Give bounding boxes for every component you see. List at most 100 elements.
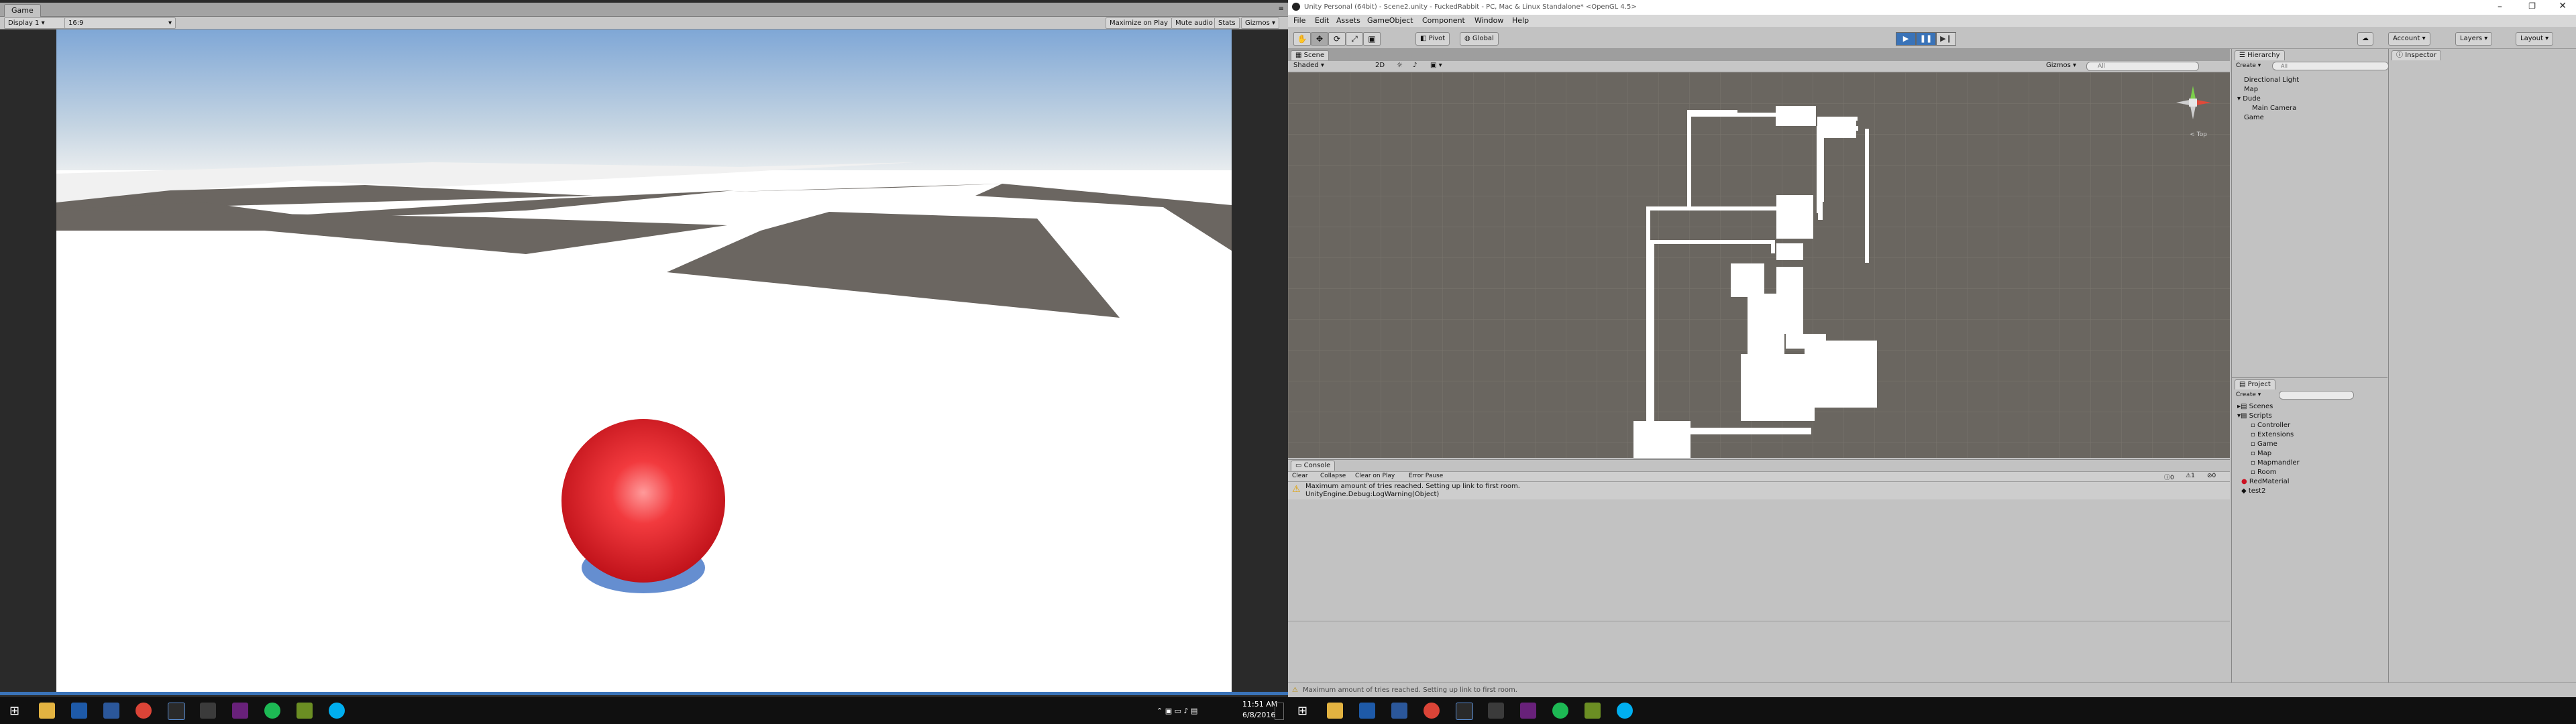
- global-toggle[interactable]: ◍ Global: [1460, 32, 1499, 46]
- menu-component[interactable]: Component: [1422, 16, 1465, 25]
- layout-dropdown[interactable]: Layout ▾: [2516, 32, 2554, 46]
- minecraft-icon[interactable]: [1585, 703, 1601, 719]
- maximize-on-play-toggle[interactable]: Maximize on Play: [1106, 17, 1173, 29]
- file-explorer-icon[interactable]: [1327, 703, 1343, 719]
- effects-icon[interactable]: ▣ ▾: [1430, 62, 1442, 69]
- close-icon[interactable]: ✕: [2559, 1, 2567, 11]
- minimize-icon[interactable]: –: [2498, 1, 2502, 12]
- project-script[interactable]: ▫ Game: [2251, 440, 2277, 449]
- maximize-icon[interactable]: ❐: [2528, 1, 2536, 11]
- start-icon[interactable]: ⊞: [1297, 704, 1307, 718]
- project-material[interactable]: ● RedMaterial: [2241, 477, 2290, 487]
- hand-tool-icon[interactable]: ✋: [1293, 32, 1311, 46]
- console-clear-on-play-button[interactable]: Clear on Play: [1355, 473, 1395, 479]
- steam-icon[interactable]: [168, 703, 185, 720]
- pivot-toggle[interactable]: ◧ Pivot: [1415, 32, 1450, 46]
- app-icon[interactable]: [103, 703, 119, 719]
- scene-search-input[interactable]: All: [2086, 62, 2199, 71]
- tab-console[interactable]: ▭ Console: [1291, 461, 1336, 471]
- console-clear-button[interactable]: Clear: [1292, 473, 1308, 479]
- aspect-select[interactable]: 16:9 ▾: [64, 17, 176, 29]
- tab-scene[interactable]: ▦ Scene: [1291, 50, 1330, 60]
- visual-studio-icon[interactable]: [1520, 703, 1536, 719]
- shading-dropdown[interactable]: Shaded ▾: [1293, 62, 1324, 69]
- scene-view[interactable]: < Top: [1288, 72, 2230, 458]
- project-create-button[interactable]: Create ▾: [2236, 391, 2261, 398]
- chrome-icon[interactable]: [1424, 703, 1440, 719]
- project-script[interactable]: ▫ Map: [2251, 449, 2271, 459]
- rect-tool-icon[interactable]: ▣: [1363, 32, 1381, 46]
- stats-toggle[interactable]: Stats: [1214, 17, 1240, 29]
- start-icon[interactable]: ⊞: [9, 704, 19, 718]
- skype-icon[interactable]: [1617, 703, 1633, 719]
- scene-orientation-gizmo[interactable]: [2169, 79, 2216, 139]
- clock-time[interactable]: 11:51 AM: [1242, 700, 1277, 709]
- hierarchy-item[interactable]: Main Camera: [2252, 104, 2296, 113]
- menu-file[interactable]: File: [1293, 16, 1305, 25]
- minecraft-icon[interactable]: [297, 703, 313, 719]
- app-icon[interactable]: [71, 703, 87, 719]
- menu-gameobject[interactable]: GameObject: [1367, 16, 1413, 25]
- hierarchy-item[interactable]: Map: [2244, 85, 2258, 95]
- layers-dropdown[interactable]: Layers ▾: [2455, 32, 2493, 46]
- project-script[interactable]: ▫ Mapmandler: [2251, 459, 2300, 468]
- project-folder[interactable]: ▾▤ Scripts: [2237, 412, 2272, 421]
- panel-menu-icon[interactable]: ≡: [1279, 5, 1284, 13]
- tab-hierarchy[interactable]: ☰ Hierarchy: [2235, 50, 2285, 60]
- project-folder[interactable]: ▸▤ Scenes: [2237, 402, 2273, 412]
- hierarchy-item[interactable]: ▾ Dude: [2237, 95, 2261, 104]
- console-warning-count[interactable]: ⚠1: [2186, 473, 2195, 479]
- project-script[interactable]: ▫ Extensions: [2251, 430, 2294, 440]
- display-select[interactable]: Display 1 ▾: [4, 17, 70, 29]
- play-button[interactable]: ▶: [1896, 32, 1916, 46]
- lighting-icon[interactable]: ☼: [1397, 62, 1403, 69]
- gizmos-dropdown[interactable]: Gizmos ▾: [1241, 17, 1280, 29]
- hierarchy-create-button[interactable]: Create ▾: [2236, 62, 2261, 69]
- visual-studio-icon[interactable]: [232, 703, 248, 719]
- spotify-icon[interactable]: [264, 703, 280, 719]
- console-error-pause-button[interactable]: Error Pause: [1409, 473, 1443, 479]
- app-icon[interactable]: [1359, 703, 1375, 719]
- step-button[interactable]: ▶❙: [1936, 32, 1956, 46]
- account-dropdown[interactable]: Account ▾: [2388, 32, 2430, 46]
- hierarchy-item[interactable]: Game: [2244, 113, 2264, 123]
- unity-icon[interactable]: [200, 703, 216, 719]
- pause-button[interactable]: ❚❚: [1916, 32, 1936, 46]
- app-icon[interactable]: [1391, 703, 1407, 719]
- scale-tool-icon[interactable]: ⤢: [1346, 32, 1363, 46]
- menu-window[interactable]: Window: [1474, 16, 1503, 25]
- hierarchy-item[interactable]: Directional Light: [2244, 76, 2299, 85]
- console-info-count[interactable]: ⓘ0: [2164, 473, 2174, 481]
- hierarchy-search-input[interactable]: All: [2272, 62, 2389, 70]
- project-script[interactable]: ▫ Room: [2251, 468, 2276, 477]
- clock-date[interactable]: 6/8/2016: [1242, 711, 1275, 719]
- cloud-button[interactable]: ☁: [2357, 32, 2373, 46]
- scene-gizmos-dropdown[interactable]: Gizmos ▾: [2046, 62, 2076, 69]
- unity-icon[interactable]: [1488, 703, 1504, 719]
- move-tool-icon[interactable]: ✥: [1311, 32, 1328, 46]
- menu-assets[interactable]: Assets: [1336, 16, 1360, 25]
- file-explorer-icon[interactable]: [39, 703, 55, 719]
- game-viewport[interactable]: [56, 29, 1232, 693]
- toggle-2d[interactable]: 2D: [1375, 62, 1385, 69]
- audio-icon[interactable]: ♪: [1413, 62, 1417, 69]
- tab-project[interactable]: ▤ Project: [2235, 379, 2275, 389]
- menu-edit[interactable]: Edit: [1315, 16, 1329, 25]
- rotate-tool-icon[interactable]: ⟳: [1328, 32, 1346, 46]
- console-log-entry[interactable]: ⚠ Maximum amount of tries reached. Setti…: [1288, 482, 2230, 499]
- console-collapse-button[interactable]: Collapse: [1320, 473, 1346, 479]
- tab-inspector[interactable]: ⓘ Inspector: [2392, 50, 2441, 60]
- spotify-icon[interactable]: [1552, 703, 1568, 719]
- console-error-count[interactable]: ⊘0: [2207, 473, 2216, 479]
- skype-icon[interactable]: [329, 703, 345, 719]
- tab-game[interactable]: Game: [4, 4, 41, 17]
- menu-help[interactable]: Help: [1512, 16, 1529, 25]
- project-search-input[interactable]: [2279, 391, 2354, 400]
- project-scene[interactable]: ◆ test2: [2241, 487, 2265, 496]
- chrome-icon[interactable]: [136, 703, 152, 719]
- tray-icons[interactable]: ⌃ ▣ ▭ ♪ ▤: [1157, 707, 1197, 715]
- mute-audio-toggle[interactable]: Mute audio: [1171, 17, 1217, 29]
- steam-icon[interactable]: [1456, 703, 1473, 720]
- notifications-icon[interactable]: [1275, 703, 1284, 720]
- status-message[interactable]: Maximum amount of tries reached. Setting…: [1303, 686, 1517, 694]
